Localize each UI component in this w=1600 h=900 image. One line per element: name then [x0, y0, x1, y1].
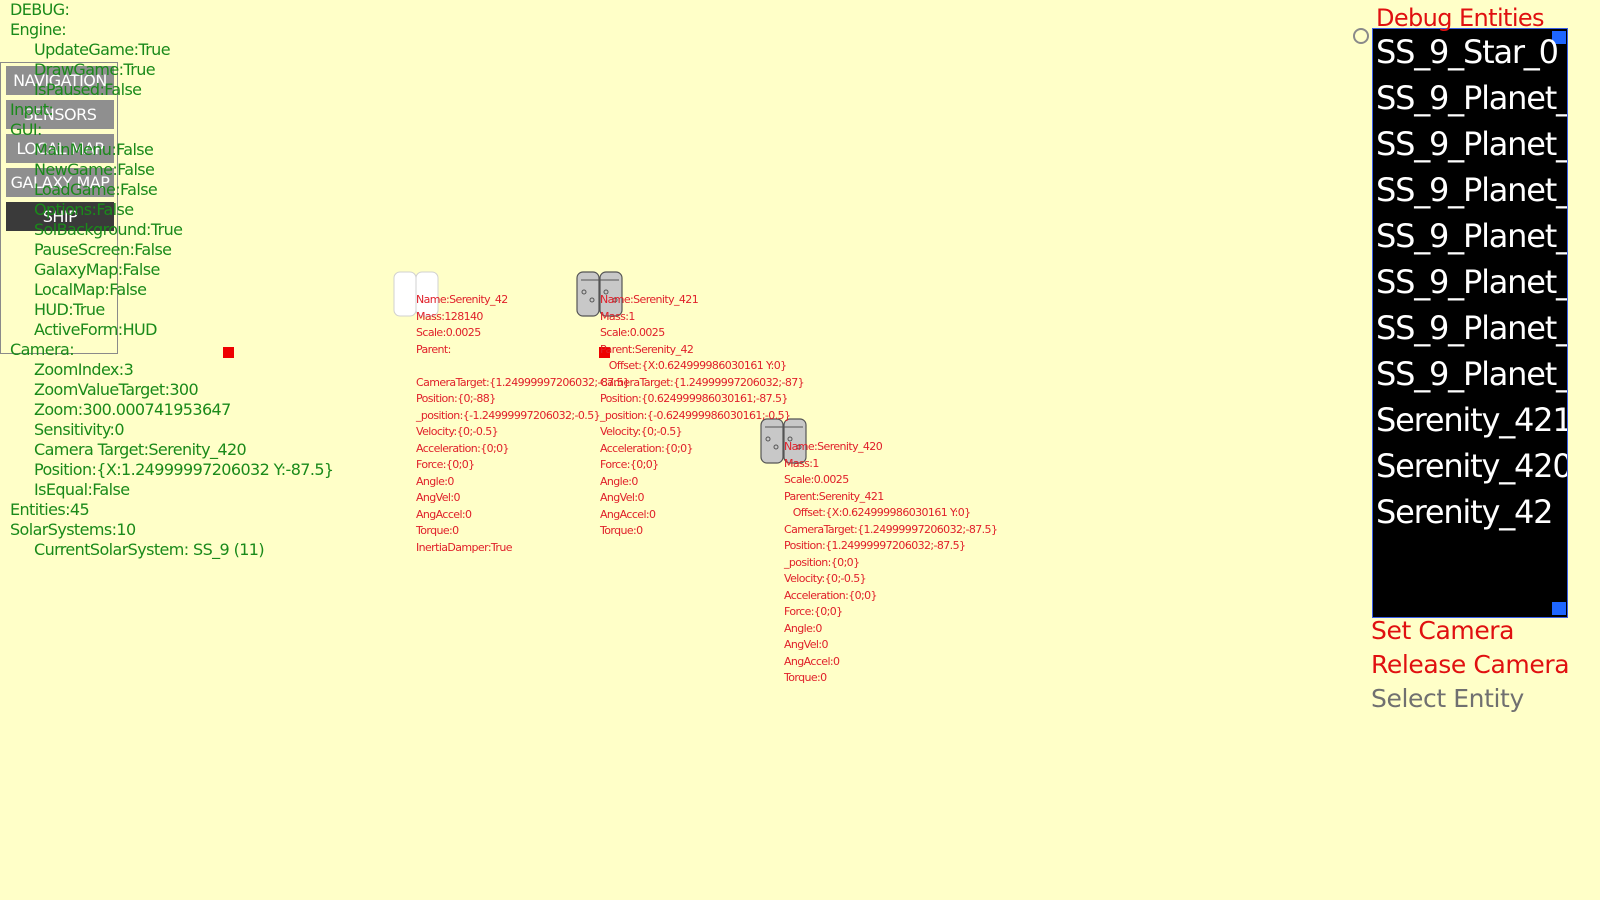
entity-list-item[interactable]: Serenity_42 — [1376, 489, 1554, 535]
ship-info-line: AngVel:0 — [416, 491, 460, 504]
ship-info-line: Force:{0;0} — [416, 458, 475, 471]
ship-info-serenity-420: Name:Serenity_420 Mass:1 Scale:0.0025 Paren… — [784, 439, 998, 687]
debug-line: Sensitivity:0 — [34, 420, 125, 439]
ship-info-line: Mass:128140 — [416, 309, 483, 323]
debug-line: ActiveForm:HUD — [34, 320, 157, 339]
entity-list-item[interactable]: SS_9_Planet_7 — [1376, 167, 1567, 213]
ship-info-line — [416, 358, 629, 375]
ship-info-line: _position:{0;0} — [784, 555, 860, 569]
ship-info-line: Parent:Serenity_42 — [600, 342, 694, 356]
debug-line: PauseScreen:False — [34, 240, 172, 259]
ship-info-line: Offset:{X:0.624999986030161 Y:0} — [784, 506, 972, 519]
debug-entities-title: Debug Entities — [1376, 4, 1545, 32]
ship-info-line: Parent:Serenity_421 — [784, 489, 884, 503]
debug-line: CurrentSolarSystem: SS_9 (11) — [34, 540, 265, 559]
debug-line: GalaxyMap:False — [34, 260, 160, 279]
debug-line: HUD:True — [34, 300, 105, 319]
ship-info-line: Name:Serenity_421 — [600, 293, 699, 306]
ship-info-serenity-421: Name:Serenity_421 Mass:1 Scale:0.0025 Paren… — [600, 292, 805, 540]
debug-line: DEBUG: — [10, 0, 70, 19]
ship-info-line: CameraTarget:{1.24999997206032;-87} — [600, 375, 805, 389]
debug-line: SolarSystems:10 — [10, 520, 136, 539]
debug-line: DrawGame:True — [34, 60, 156, 79]
entity-list[interactable]: SS_9_Star_0SS_9_Planet_1SS_9_Planet_5SS_… — [1372, 28, 1568, 618]
ship-info-line: AngVel:0 — [600, 491, 644, 504]
set-camera-button[interactable]: Set Camera — [1371, 616, 1515, 645]
ship-info-line: Acceleration:{0;0} — [416, 441, 510, 455]
ship-info-line: Parent: — [416, 342, 451, 356]
debug-line: NewGame:False — [34, 160, 155, 179]
ship-info-line: AngAccel:0 — [784, 654, 840, 668]
ship-info-line: Acceleration:{0;0} — [784, 588, 878, 602]
ship-info-line: Mass:1 — [784, 456, 819, 470]
debug-line: IsPaused:False — [34, 80, 142, 99]
debug-line: Camera Target:Serenity_420 — [34, 440, 247, 459]
debug-line: LoadGame:False — [34, 180, 158, 199]
ship-info-line: Angle:0 — [600, 474, 638, 488]
debug-line: Camera: — [10, 340, 75, 359]
debug-line: UpdateGame:True — [34, 40, 171, 59]
ship-info-line: Velocity:{0;-0.5} — [600, 425, 683, 438]
ship-info-line: Scale:0.0025 — [416, 326, 481, 339]
ship-info-line: _position:{-0.624999986030161;-0.5} — [600, 408, 791, 422]
ship-info-line: Mass:1 — [600, 309, 635, 323]
debug-line: Zoom:300.000741953647 — [34, 400, 231, 419]
ship-info-line: AngAccel:0 — [600, 507, 656, 521]
ship-info-line: Position:{0.624999986030161;-87.5} — [600, 392, 788, 405]
ship-info-line: AngAccel:0 — [416, 507, 472, 521]
debug-line: Input: — [10, 100, 54, 119]
entity-list-item[interactable]: SS_9_Planet_3 — [1376, 305, 1567, 351]
debug-line: MainMenu:False — [34, 140, 154, 159]
debug-line: LocalMap:False — [34, 280, 147, 299]
ship-info-line: Angle:0 — [784, 621, 822, 635]
select-entity-button[interactable]: Select Entity — [1371, 684, 1524, 713]
ship-info-line: Scale:0.0025 — [784, 473, 849, 486]
entity-list-item[interactable]: Serenity_420 — [1376, 443, 1567, 489]
ship-info-line: Offset:{X:0.624999986030161 Y:0} — [600, 359, 788, 372]
debug-line: GUI: — [10, 120, 42, 139]
debug-line: SolBackground:True — [34, 220, 183, 239]
debug-line: Position:{X:1.24999997206032 Y:-87.5} — [34, 460, 334, 479]
ship-info-line: CameraTarget:{1.24999997206032;-87.5} — [784, 522, 998, 536]
release-camera-button[interactable]: Release Camera — [1371, 650, 1570, 679]
ship-info-line: Torque:0 — [416, 524, 459, 537]
ship-info-line: Torque:0 — [784, 671, 827, 684]
ship-info-line: Name:Serenity_42 — [416, 293, 508, 306]
ship-info-line: Acceleration:{0;0} — [600, 441, 694, 455]
entity-list-item[interactable]: SS_9_Planet_1 — [1376, 75, 1567, 121]
ship-info-line: Velocity:{0;-0.5} — [784, 572, 867, 585]
debug-line: ZoomValueTarget:300 — [34, 380, 199, 399]
ship-info-line: Force:{0;0} — [600, 458, 659, 471]
ship-info-line: Velocity:{0;-0.5} — [416, 425, 499, 438]
ship-info-line: Angle:0 — [416, 474, 454, 488]
ship-info-line: Force:{0;0} — [784, 605, 843, 618]
entity-list-item[interactable]: SS_9_Planet_6 — [1376, 351, 1567, 397]
scroll-down-handle[interactable] — [1552, 602, 1566, 615]
entity-list-item[interactable]: SS_9_Star_0 — [1376, 29, 1559, 75]
entity-list-item[interactable]: SS_9_Planet_4 — [1376, 213, 1567, 259]
ship-info-line: AngVel:0 — [784, 638, 828, 651]
entity-list-item[interactable]: SS_9_Planet_2 — [1376, 259, 1567, 305]
debug-line: IsEqual:False — [34, 480, 130, 499]
ship-info-line: Name:Serenity_420 — [784, 440, 883, 453]
ship-info-line: Scale:0.0025 — [600, 326, 665, 339]
ship-info-line: CameraTarget:{1.24999997206032;-87.5} — [416, 375, 630, 389]
debug-line: Entities:45 — [10, 500, 90, 519]
ship-info-serenity-42: Name:Serenity_42 Mass:128140 Scale:0.0025 P… — [416, 292, 630, 556]
ship-info-line: InertiaDamper:True — [416, 540, 513, 554]
entity-list-item[interactable]: Serenity_421 — [1376, 397, 1567, 443]
entity-list-item[interactable]: SS_9_Planet_5 — [1376, 121, 1567, 167]
loading-indicator-icon — [1353, 28, 1369, 44]
debug-line: Options:False — [34, 200, 134, 219]
ship-info-line: Position:{1.24999997206032;-87.5} — [784, 539, 966, 552]
ship-info-line: Torque:0 — [600, 524, 643, 537]
ship-info-line: _position:{-1.24999997206032;-0.5} — [416, 408, 601, 422]
debug-overlay: DEBUG: Engine: UpdateGame:True DrawGame:Tru… — [10, 0, 334, 560]
debug-line: Engine: — [10, 20, 67, 39]
debug-line: ZoomIndex:3 — [34, 360, 134, 379]
ship-info-line: Position:{0;-88} — [416, 392, 496, 405]
